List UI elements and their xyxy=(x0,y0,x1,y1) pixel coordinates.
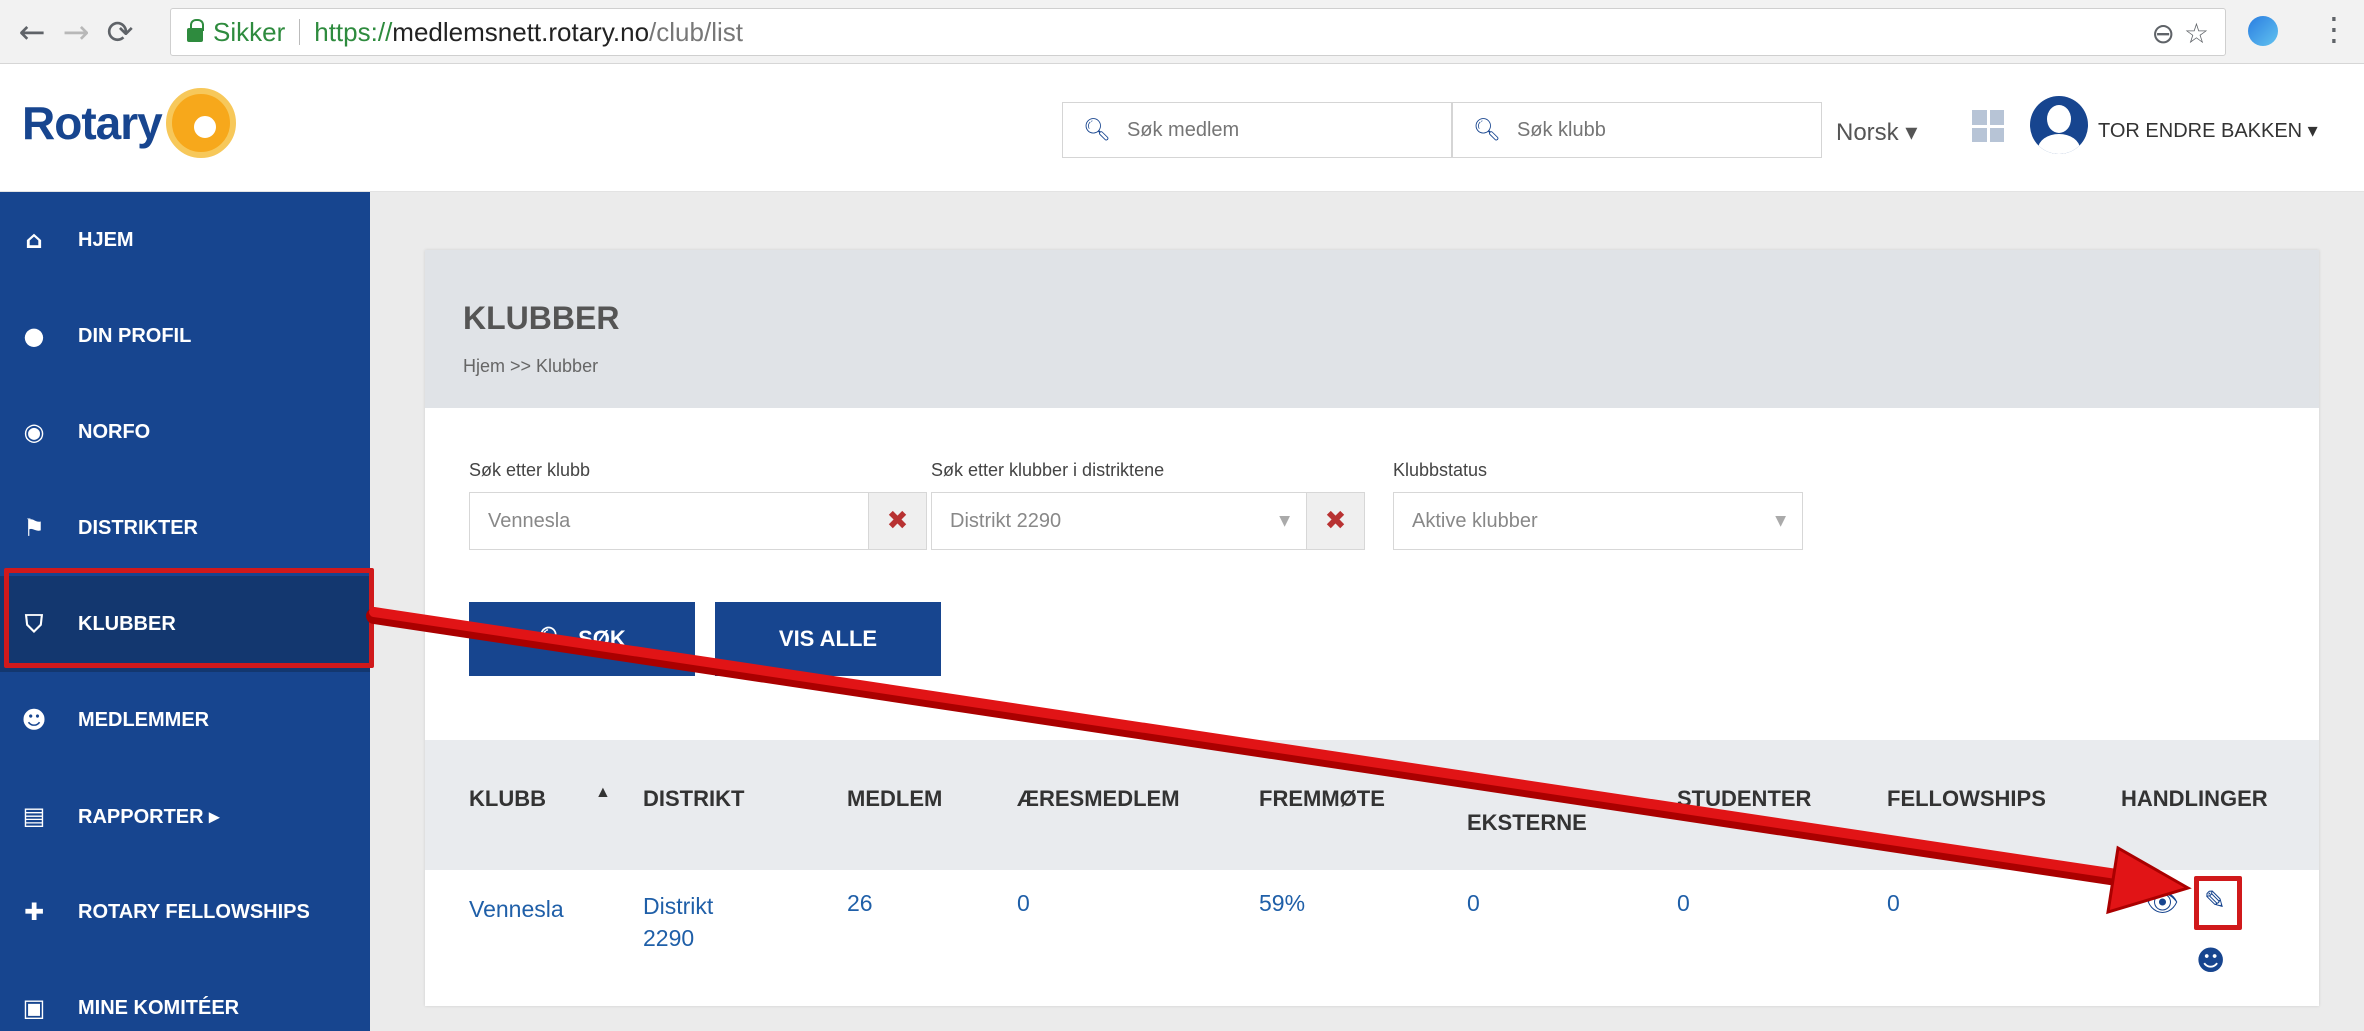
search-icon: 🔍︎ xyxy=(1473,117,1501,143)
eye-icon[interactable]: 👁︎ xyxy=(2146,888,2179,918)
page-title: KLUBBER xyxy=(463,300,620,336)
club-search-value[interactable]: Vennesla xyxy=(488,510,868,533)
user-menu[interactable]: TOR ENDRE BAKKEN ▾ xyxy=(2098,118,2318,143)
club-search-label: Søk etter klubb xyxy=(469,460,591,480)
briefcase-icon: ▣ xyxy=(22,994,46,1022)
zoom-and-star-icons[interactable]: ⊖ ☆ xyxy=(2152,17,2209,50)
user-plus-icon: ✚ xyxy=(23,898,45,926)
search-member-box[interactable]: 🔍︎ xyxy=(1062,102,1452,158)
district-search-label: Søk etter klubber i distriktene xyxy=(931,460,1165,480)
col-medlem[interactable]: MEDLEM xyxy=(847,786,942,812)
cell-fremmote: 59% xyxy=(1259,890,1306,916)
district-select[interactable]: Distrikt 2290 ▼ ✖ xyxy=(931,492,1365,550)
globe-icon: ◉ xyxy=(23,418,45,446)
clear-club-icon[interactable]: ✖ xyxy=(868,493,926,549)
search-member-input[interactable] xyxy=(1126,118,1327,142)
col-distrikt[interactable]: DISTRIKT xyxy=(643,786,744,812)
sidebar-item-norfo[interactable]: ◉ NORFO xyxy=(0,384,370,480)
sidebar-item-hjem[interactable]: ⌂ HJEM xyxy=(0,192,370,288)
show-all-button[interactable]: VIS ALLE xyxy=(715,602,941,676)
sidebar-item-label: RAPPORTER ▸ xyxy=(78,805,220,828)
col-klubb[interactable]: KLUBB xyxy=(469,786,546,812)
back-arrow-icon[interactable]: ← xyxy=(10,13,54,51)
reload-icon[interactable]: ⟳ xyxy=(98,13,142,51)
sidebar-item-label: DISTRIKTER xyxy=(78,516,198,539)
extension-icon[interactable] xyxy=(2248,16,2278,46)
col-aeresmedlem[interactable]: ÆRESMEDLEM xyxy=(1017,786,1180,812)
col-fremmote[interactable]: FREMMØTE xyxy=(1259,786,1385,812)
forward-arrow-icon[interactable]: → xyxy=(54,13,98,51)
chevron-down-icon[interactable]: ▼ xyxy=(1279,513,1290,529)
cell-fellowships: 0 xyxy=(1887,890,1900,916)
browser-toolbar: ← → ⟳ Sikker https:// medlemsnett.rotary… xyxy=(0,0,2364,64)
users-icon: ☻ xyxy=(21,706,47,734)
cell-distrikt[interactable]: Distrikt 2290 xyxy=(643,890,753,954)
cell-aeresmedlem: 0 xyxy=(1017,890,1030,916)
sidebar-item-mine-komiteer[interactable]: ▣ MINE KOMITÉER xyxy=(0,960,370,1031)
search-club-box[interactable]: 🔍︎ xyxy=(1452,102,1822,158)
lock-icon xyxy=(187,19,204,42)
club-status-select[interactable]: Aktive klubber ▼ xyxy=(1393,492,1803,550)
clear-district-icon[interactable]: ✖ xyxy=(1306,493,1364,549)
document-icon: ▤ xyxy=(22,802,46,830)
flag-icon: ⚑ xyxy=(23,514,45,542)
cell-studenter: 0 xyxy=(1677,890,1690,916)
rotary-logo[interactable]: Rotary xyxy=(22,88,236,158)
breadcrumb[interactable]: Hjem >> Klubber xyxy=(463,356,598,377)
district-select-value[interactable]: Distrikt 2290 xyxy=(950,510,1279,533)
cell-eksterne: 0 xyxy=(1467,890,1480,916)
address-bar[interactable]: Sikker https:// medlemsnett.rotary.no /c… xyxy=(170,8,2226,56)
col-handlinger: HANDLINGER xyxy=(2121,786,2268,811)
sidebar-item-distrikter[interactable]: ⚑ DISTRIKTER xyxy=(0,480,370,576)
pencil-icon[interactable]: ✎ xyxy=(2204,886,2226,916)
club-search-field[interactable]: Vennesla ✖ xyxy=(469,492,927,550)
secure-label: Sikker xyxy=(213,16,286,47)
col-studenter[interactable]: STUDENTER xyxy=(1677,786,1811,812)
highlight-box-klubber xyxy=(4,568,374,668)
address-divider xyxy=(299,19,301,45)
sidebar-item-label: NORFO xyxy=(78,420,151,443)
chevron-down-icon[interactable]: ▼ xyxy=(1775,513,1786,529)
club-status-value[interactable]: Aktive klubber xyxy=(1412,510,1775,533)
members-icon[interactable]: ☻ xyxy=(2196,944,2225,977)
home-icon: ⌂ xyxy=(25,226,43,254)
panel-header: KLUBBER Hjem >> Klubber xyxy=(425,250,2319,408)
sidebar-item-din-profil[interactable]: ● DIN PROFIL xyxy=(0,288,370,384)
col-eksterne[interactable]: EKSTERNE xyxy=(1467,810,1587,836)
search-club-input[interactable] xyxy=(1516,118,1717,142)
sidebar-item-medlemmer[interactable]: ☻ MEDLEMMER xyxy=(0,672,370,768)
url-scheme: https:// xyxy=(314,16,393,47)
sidebar-item-label: ROTARY FELLOWSHIPS xyxy=(78,900,310,923)
url-path: /club/list xyxy=(649,16,743,47)
sort-asc-icon[interactable]: ▲ xyxy=(595,784,611,802)
url-host: medlemsnett.rotary.no xyxy=(392,16,650,47)
sidebar-item-label: DIN PROFIL xyxy=(78,324,192,347)
cell-medlem: 26 xyxy=(847,890,873,916)
klubber-panel: KLUBBER Hjem >> Klubber Søk etter klubb … xyxy=(425,250,2319,1006)
sidebar-item-label: MINE KOMITÉER xyxy=(78,996,240,1019)
apps-grid-icon[interactable] xyxy=(1972,110,2004,142)
language-selector[interactable]: Norsk ▾ xyxy=(1836,118,1917,147)
club-status-label: Klubbstatus xyxy=(1393,460,1488,480)
cell-klubb[interactable]: Vennesla xyxy=(469,896,564,923)
search-icon: 🔍︎ xyxy=(538,626,567,652)
sidebar-item-label: MEDLEMMER xyxy=(78,708,210,731)
sidebar-item-rotary-fellowships[interactable]: ✚ ROTARY FELLOWSHIPS xyxy=(0,864,370,960)
col-fellowships[interactable]: FELLOWSHIPS xyxy=(1887,786,2046,812)
sidebar-item-label: HJEM xyxy=(78,228,134,251)
avatar[interactable] xyxy=(2030,96,2088,154)
user-icon: ● xyxy=(23,322,45,350)
search-button[interactable]: 🔍︎ SØK xyxy=(469,602,695,676)
table-header: KLUBB ▲ DISTRIKT MEDLEM ÆRESMEDLEM FREMM… xyxy=(425,740,2319,870)
rotary-wheel-icon xyxy=(165,88,236,158)
search-icon: 🔍︎ xyxy=(1083,117,1111,143)
sidebar-item-rapporter[interactable]: ▤ RAPPORTER ▸ xyxy=(0,768,370,864)
browser-menu-icon[interactable]: ⋮ xyxy=(2318,10,2350,48)
